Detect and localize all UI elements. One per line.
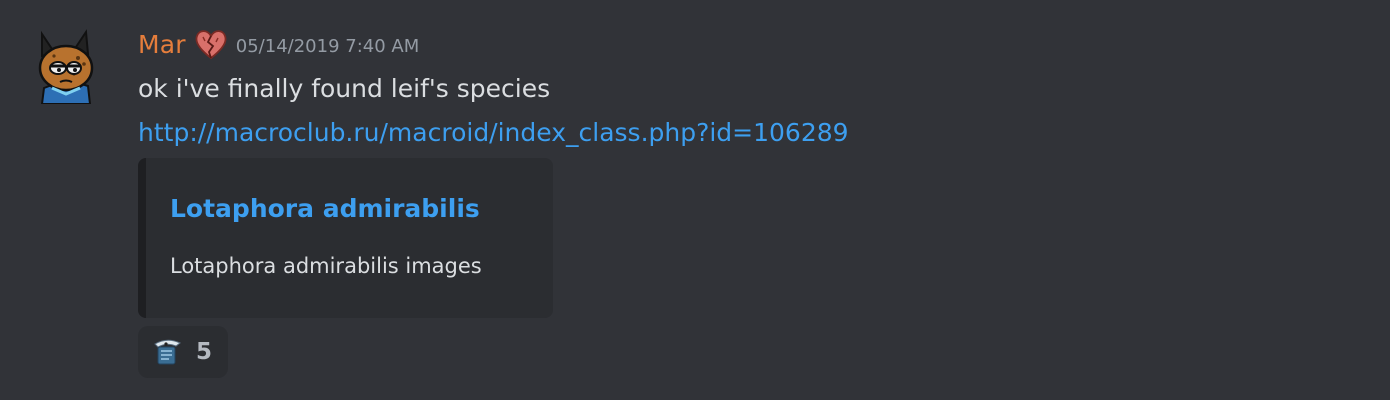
chat-message: Mar 05/14/2019 7:40 AM ok i've finally f… — [0, 0, 1390, 400]
embed-description: Lotaphora admirabilis images — [170, 254, 482, 278]
username[interactable]: Mar — [138, 30, 186, 59]
message-header: Mar 05/14/2019 7:40 AM — [138, 26, 419, 62]
embed-accent-bar — [138, 158, 146, 318]
message-link[interactable]: http://macroclub.ru/macroid/index_class.… — [138, 116, 849, 150]
user-avatar[interactable] — [28, 24, 108, 105]
reaction-button[interactable]: 5 — [138, 326, 228, 378]
reaction-count: 5 — [196, 339, 213, 365]
message-timestamp: 05/14/2019 7:40 AM — [235, 35, 420, 57]
embed-title[interactable]: Lotaphora admirabilis — [170, 194, 480, 223]
cat-avatar-icon — [38, 29, 94, 105]
custom-emoji-icon — [152, 337, 182, 367]
broken-heart-icon — [194, 27, 228, 61]
message-text: ok i've finally found leif's species — [138, 74, 551, 103]
link-embed: Lotaphora admirabilis Lotaphora admirabi… — [138, 158, 553, 318]
